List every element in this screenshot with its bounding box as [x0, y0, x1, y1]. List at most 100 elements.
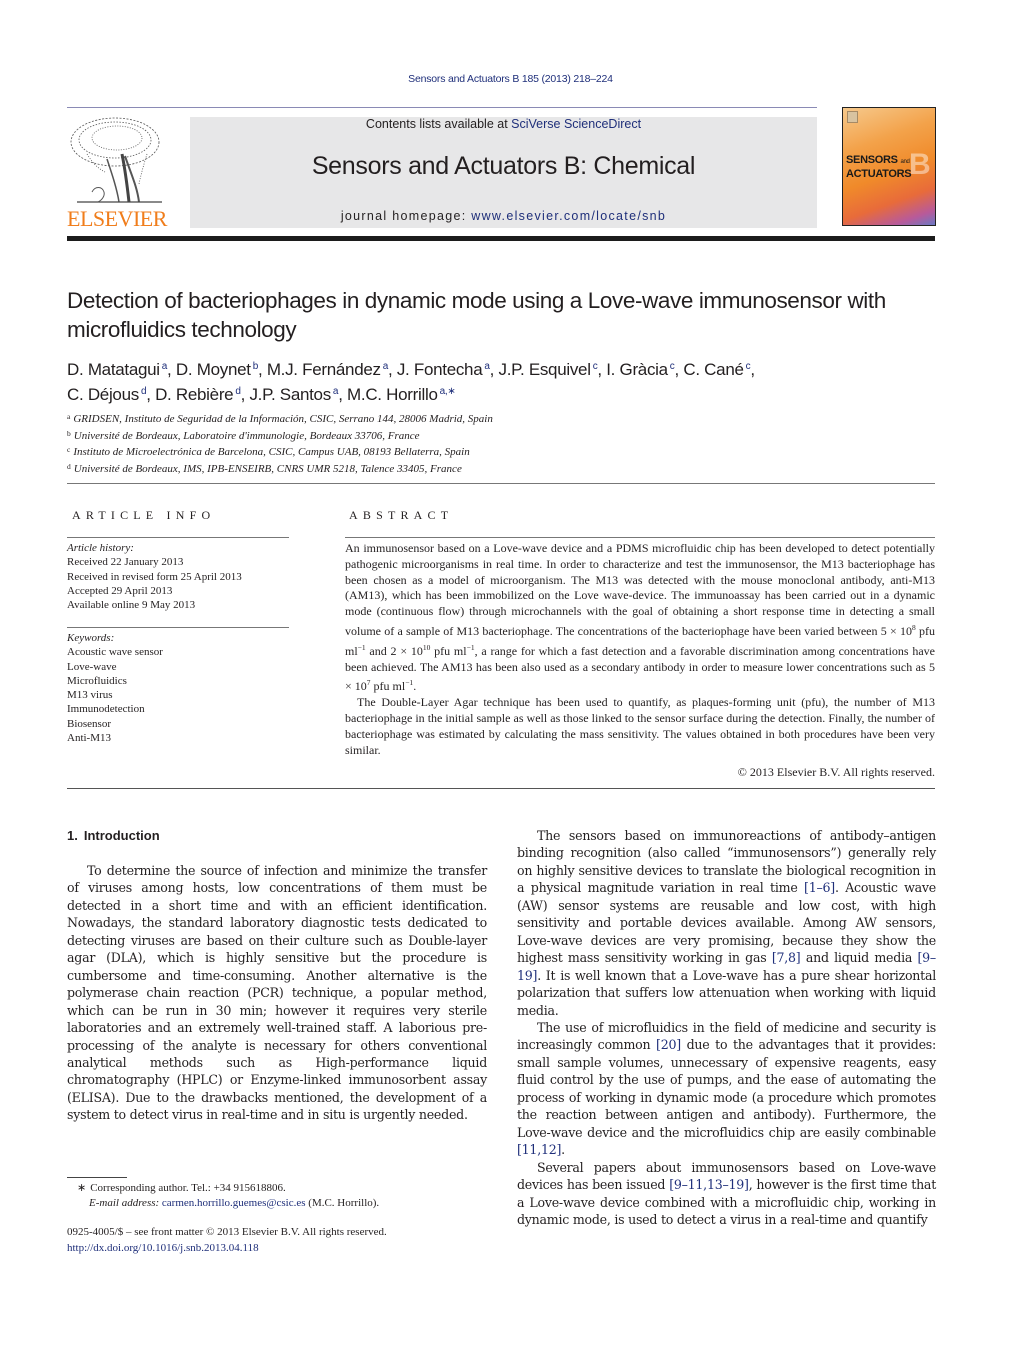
author: D. Matatagui a,	[67, 360, 176, 379]
affiliation: b Université de Bordeaux, Laboratoire d'i…	[67, 427, 667, 444]
history-list: Received 22 January 2013 Received in revi…	[67, 555, 297, 612]
article-info-heading: ARTICLE INFO	[72, 508, 216, 522]
body-text: and liquid media	[800, 950, 918, 966]
body-paragraph: The use of microfluidics in the field of…	[517, 1019, 936, 1159]
author: I. Gràcia c,	[606, 360, 683, 379]
section-number: 1.	[67, 828, 78, 843]
corresponding-author-footnote: ∗ Corresponding author. Tel.: +34 9156188…	[67, 1181, 497, 1211]
citation-link[interactable]: [11,12]	[517, 1142, 561, 1157]
history-item: Available online 9 May 2013	[67, 599, 196, 612]
section-title: Introduction	[83, 828, 160, 843]
divider	[67, 483, 935, 484]
author-name: D. Matatagui	[67, 360, 160, 379]
body-text: .	[561, 1142, 565, 1158]
history-item: Received 22 January 2013	[67, 556, 184, 569]
author-name: C. Déjous	[67, 385, 139, 404]
body-column-left: To determine the source of infection and…	[67, 862, 487, 1124]
affiliation: c Instituto de Microelectrónica de Barcel…	[67, 443, 667, 460]
citation-link[interactable]: [9–11,13–19]	[669, 1177, 749, 1192]
body-paragraph: To determine the source of infection and…	[67, 863, 487, 1123]
author: C. Déjous d,	[67, 385, 155, 404]
journal-homepage-link[interactable]: www.elsevier.com/locate/snb	[471, 209, 666, 223]
contents-availability-line: Contents lists available at SciVerse Sci…	[190, 117, 817, 131]
author: D. Moynet b,	[176, 360, 267, 379]
author-separator: ,	[338, 385, 348, 404]
running-head-citation[interactable]: Sensors and Actuators B 185 (2013) 218–2…	[0, 73, 1021, 85]
history-item: Received in revised form 25 April 2013	[67, 570, 242, 583]
author: J. Fontecha a,	[397, 360, 499, 379]
author: J.P. Santos a,	[249, 385, 347, 404]
section-heading-introduction: 1. Introduction	[67, 828, 160, 843]
exponent: −1	[357, 642, 366, 652]
keyword-item: Biosensor	[67, 717, 111, 730]
divider	[67, 627, 289, 628]
affiliation-text: Instituto de Microelectrónica de Barcelo…	[73, 446, 470, 458]
author-name: D. Moynet	[175, 360, 251, 379]
article-history-label: Article history:	[67, 542, 134, 554]
footnote-marker: ∗	[77, 1182, 87, 1194]
body-text: due to the advantages that it provides: …	[517, 1037, 936, 1140]
doi-link[interactable]: http://dx.doi.org/10.1016/j.snb.2013.04.…	[67, 1241, 497, 1257]
body-text: . It is well known that a Love-wave has …	[517, 967, 936, 1018]
exponent: −1	[466, 642, 475, 652]
keywords-block: Keywords: Acoustic wave sensor Love-wave M…	[67, 631, 297, 745]
tree-icon	[70, 117, 162, 203]
article-title: Detection of bacteriophages in dynamic m…	[67, 288, 886, 342]
author-separator: ,	[387, 360, 397, 379]
author-name: J. Fontecha	[396, 360, 483, 379]
author: C. Cané c,	[683, 360, 755, 379]
affiliation-list: a GRIDSEN, Instituto de Seguridad de la I…	[67, 410, 667, 476]
history-item: Accepted 29 April 2013	[67, 584, 173, 597]
journal-homepage-line: journal homepage: www.elsevier.com/locat…	[190, 209, 817, 223]
author: M.J. Fernández a,	[267, 360, 397, 379]
affiliation-marker[interactable]: a,∗	[440, 386, 456, 397]
cover-line2: ACTUATORS	[846, 168, 912, 180]
body-paragraph: Several papers about immunosensors based…	[517, 1159, 936, 1229]
elsevier-wordmark: ELSEVIER	[67, 206, 167, 231]
abstract-text: An immunosensor based on a Love-wave dev…	[345, 541, 935, 638]
masthead-bottom-rule	[67, 236, 935, 241]
abstract-body: An immunosensor based on a Love-wave dev…	[345, 541, 935, 758]
affiliation-text: Université de Bordeaux, Laboratoire d'im…	[73, 429, 420, 442]
affiliation-text: GRIDSEN, Instituto de Seguridad de la In…	[73, 413, 493, 425]
author-separator: ,	[146, 385, 156, 404]
keyword-item: Acoustic wave sensor	[67, 646, 163, 659]
keyword-item: Love-wave	[67, 660, 117, 673]
affiliation-key: b	[67, 428, 71, 438]
abstract-heading: ABSTRACT	[349, 508, 454, 522]
author-separator: ,	[489, 360, 499, 379]
author: J.P. Esquivel c,	[499, 360, 607, 379]
cover-and: and	[900, 159, 910, 165]
journal-cover-thumbnail[interactable]: B SENSORS and ACTUATORS	[842, 107, 936, 226]
author-separator: ,	[257, 360, 267, 379]
abstract-text: and 2 × 10	[365, 643, 423, 658]
author: M.C. Horrillo a,∗	[347, 385, 456, 404]
affiliation-key: c	[67, 445, 71, 454]
abstract-copyright: © 2013 Elsevier B.V. All rights reserved…	[737, 765, 935, 779]
footnote-email-line: E-mail address: carmen.horrillo.guemes@c…	[67, 1196, 497, 1211]
author-separator: ,	[167, 360, 176, 379]
contents-prefix: Contents lists available at	[365, 117, 512, 131]
cover-title: SENSORS and ACTUATORS	[846, 154, 912, 180]
divider	[67, 537, 289, 538]
journal-title: Sensors and Actuators B: Chemical	[311, 152, 696, 180]
email-link[interactable]: carmen.horrillo.guemes@csic.es	[162, 1197, 306, 1209]
footnote-line: ∗ Corresponding author. Tel.: +34 9156188…	[67, 1181, 497, 1196]
divider	[345, 537, 935, 538]
author: D. Rebière d,	[155, 385, 249, 404]
author-name: M.J. Fernández	[266, 360, 381, 379]
author-name: M.C. Horrillo	[347, 385, 438, 404]
footnote-rule	[67, 1177, 127, 1178]
abstract-paragraph: The Double-Layer Agar technique has been…	[345, 695, 935, 757]
sciencedirect-link[interactable]: SciVerse ScienceDirect	[511, 117, 641, 131]
citation-link[interactable]: [1–6]	[804, 880, 835, 895]
keyword-item: M13 virus	[67, 689, 113, 702]
affiliation-text: Université de Bordeaux, IMS, IPB-ENSEIRB…	[73, 462, 462, 475]
author-name: J.P. Santos	[249, 385, 331, 404]
homepage-prefix: journal homepage:	[340, 209, 472, 223]
citation-link[interactable]: [20]	[656, 1037, 681, 1052]
author-name: I. Gràcia	[606, 360, 668, 379]
citation-link[interactable]: [7,8]	[772, 950, 801, 965]
keyword-list: Acoustic wave sensor Love-wave Microfluidi…	[67, 645, 297, 745]
exponent: −1	[405, 678, 414, 688]
